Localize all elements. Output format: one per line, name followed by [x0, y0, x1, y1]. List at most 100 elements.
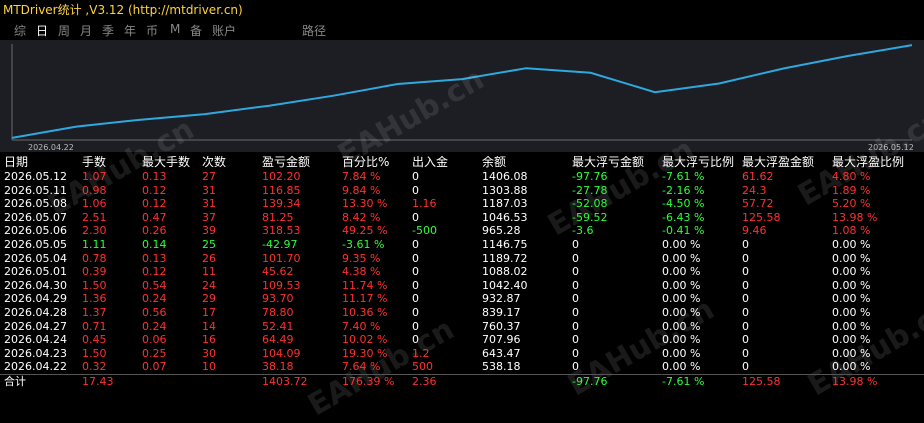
col-header: 出入金 — [412, 156, 449, 170]
value-cell: 39 — [202, 224, 216, 238]
table-row[interactable]: 2026.05.11 0.98 0.12 31 116.85 9.84 % 0 1303.88… — [0, 184, 924, 198]
table-row[interactable]: 2026.05.04 0.78 0.13 26 101.70 9.35 % 0 1189.72… — [0, 252, 924, 266]
value-cell: 14 — [202, 319, 216, 333]
value-cell: 17 — [202, 305, 216, 319]
value-cell: 10.36 % — [342, 305, 388, 319]
tab-note[interactable]: 备 — [190, 22, 202, 39]
col-header: 手数 — [82, 156, 107, 170]
value-cell: 1303.88 — [482, 183, 528, 197]
value-cell: 93.70 — [262, 292, 294, 306]
table-row[interactable]: 2026.04.29 1.36 0.24 29 93.70 11.17 % 0 932.87 0… — [0, 292, 924, 306]
value-cell: 0.00 % — [832, 319, 871, 333]
table-row[interactable]: 2026.05.06 2.30 0.26 39 318.53 49.25 % -500 965… — [0, 224, 924, 238]
value-cell: 101.70 — [262, 251, 301, 265]
value-cell: 0 — [572, 360, 579, 374]
value-cell: 0 — [412, 170, 419, 183]
tab-day[interactable]: 日 — [36, 22, 48, 39]
value-cell: 965.28 — [482, 224, 521, 238]
value-cell: 31 — [202, 183, 216, 197]
value-cell: 16 — [202, 333, 216, 347]
date-cell: 2026.05.11 — [4, 183, 67, 197]
value-cell: 0.78 — [82, 251, 107, 265]
value-cell: 0.45 — [82, 333, 107, 347]
value-cell: 1.89 % — [832, 183, 871, 197]
tab-currency[interactable]: 币 — [146, 22, 158, 39]
value-cell: 38.18 — [262, 360, 294, 374]
value-cell: 0.00 % — [662, 292, 701, 306]
value-cell: 11 — [202, 265, 216, 279]
app-title: MTDriver统计 ,V3.12 (http://mtdriver.cn) — [3, 3, 243, 17]
value-cell: 10 — [202, 360, 216, 374]
value-cell: 0.00 % — [832, 346, 871, 360]
table-row[interactable]: 2026.04.22 0.32 0.07 10 38.18 7.64 % 500 538.18… — [0, 360, 924, 374]
value-cell: 0 — [742, 319, 749, 333]
value-cell: 0.12 — [142, 197, 167, 211]
tab-m[interactable]: M — [170, 22, 180, 36]
tab-month[interactable]: 月 — [80, 22, 92, 39]
value-cell: 26 — [202, 251, 216, 265]
tab-path[interactable]: 路径 — [302, 22, 326, 39]
value-cell: -6.43 % — [662, 210, 705, 224]
table-row[interactable]: 2026.04.27 0.71 0.24 14 52.41 7.40 % 0 760.37 0 0… — [0, 320, 924, 334]
table-row[interactable]: 2026.05.12 1.07 0.13 27 102.20 7.84 % 0 1406.08… — [0, 170, 924, 184]
value-cell: 0.13 — [142, 170, 167, 183]
value-cell: 839.17 — [482, 305, 521, 319]
value-cell: 9.46 — [742, 224, 767, 238]
value-cell: 0.54 — [142, 278, 167, 292]
value-cell: 37 — [202, 210, 216, 224]
tab-summary[interactable]: 综 — [14, 22, 26, 39]
tab-quarter[interactable]: 季 — [102, 22, 114, 39]
col-header: 盈亏金额 — [262, 156, 311, 170]
value-cell: 1406.08 — [482, 170, 528, 183]
date-cell: 2026.05.12 — [4, 170, 67, 183]
value-cell: 0 — [572, 319, 579, 333]
value-cell: 0.14 — [142, 237, 167, 251]
total-row: 合计 17.43 1403.72 176.39 % 2.36 -97.76 -7.61 % 1… — [0, 373, 924, 389]
value-cell: 0 — [572, 278, 579, 292]
value-cell: 0.00 % — [662, 333, 701, 347]
value-cell: 1.07 — [82, 170, 107, 183]
date-cell: 2026.05.07 — [4, 210, 67, 224]
total-cell: 1403.72 — [262, 373, 342, 389]
value-cell: 0 — [412, 251, 419, 265]
value-cell: 24.3 — [742, 183, 767, 197]
table-row[interactable]: 2026.04.28 1.37 0.56 17 78.80 10.36 % 0 839.17 0… — [0, 306, 924, 320]
value-cell: 1.08 % — [832, 224, 871, 238]
value-cell: 1.2 — [412, 346, 430, 360]
value-cell: 1.16 — [412, 197, 437, 211]
value-cell: 0.00 % — [662, 360, 701, 374]
value-cell: 7.40 % — [342, 319, 381, 333]
value-cell: -7.61 % — [662, 170, 705, 183]
tab-account[interactable]: 账户 — [212, 22, 236, 39]
value-cell: 2.30 — [82, 224, 107, 238]
value-cell: 30 — [202, 346, 216, 360]
col-header: 最大浮盈金额 — [742, 156, 815, 170]
tab-year[interactable]: 年 — [124, 22, 136, 39]
table-row[interactable]: 2026.05.01 0.39 0.12 11 45.62 4.38 % 0 1088.02 0… — [0, 265, 924, 279]
value-cell: 0 — [572, 305, 579, 319]
table-row[interactable]: 2026.05.08 1.06 0.12 31 139.34 13.30 % 1.16 118… — [0, 197, 924, 211]
total-label: 合计 — [0, 373, 82, 389]
value-cell: 104.09 — [262, 346, 301, 360]
table-row[interactable]: 2026.05.05 1.11 0.14 25 -42.97 -3.61 % 0 1146.7… — [0, 238, 924, 252]
value-cell: 0.00 % — [662, 265, 701, 279]
table-row[interactable]: 2026.04.24 0.45 0.06 16 64.49 10.02 % 0 707.96 0… — [0, 333, 924, 347]
table-row[interactable]: 2026.05.07 2.51 0.47 37 81.25 8.42 % 0 1046.53 -… — [0, 211, 924, 225]
value-cell: 0.00 % — [832, 251, 871, 265]
value-cell: 0 — [572, 251, 579, 265]
equity-series-line — [11, 44, 913, 139]
value-cell: 10.02 % — [342, 333, 388, 347]
value-cell: 7.64 % — [342, 360, 381, 374]
value-cell: -500 — [412, 224, 437, 238]
value-cell: 13.30 % — [342, 197, 388, 211]
value-cell: -42.97 — [262, 237, 298, 251]
table-row[interactable]: 2026.04.30 1.50 0.54 24 109.53 11.74 % 0 1042.4… — [0, 279, 924, 293]
value-cell: 102.20 — [262, 170, 301, 183]
value-cell: 116.85 — [262, 183, 301, 197]
value-cell: 0 — [742, 237, 749, 251]
value-cell: 0.32 — [82, 360, 107, 374]
value-cell: 0 — [412, 237, 419, 251]
table-row[interactable]: 2026.04.23 1.50 0.25 30 104.09 19.30 % 1.2 643.… — [0, 347, 924, 361]
value-cell: 49.25 % — [342, 224, 388, 238]
tab-week[interactable]: 周 — [58, 22, 70, 39]
